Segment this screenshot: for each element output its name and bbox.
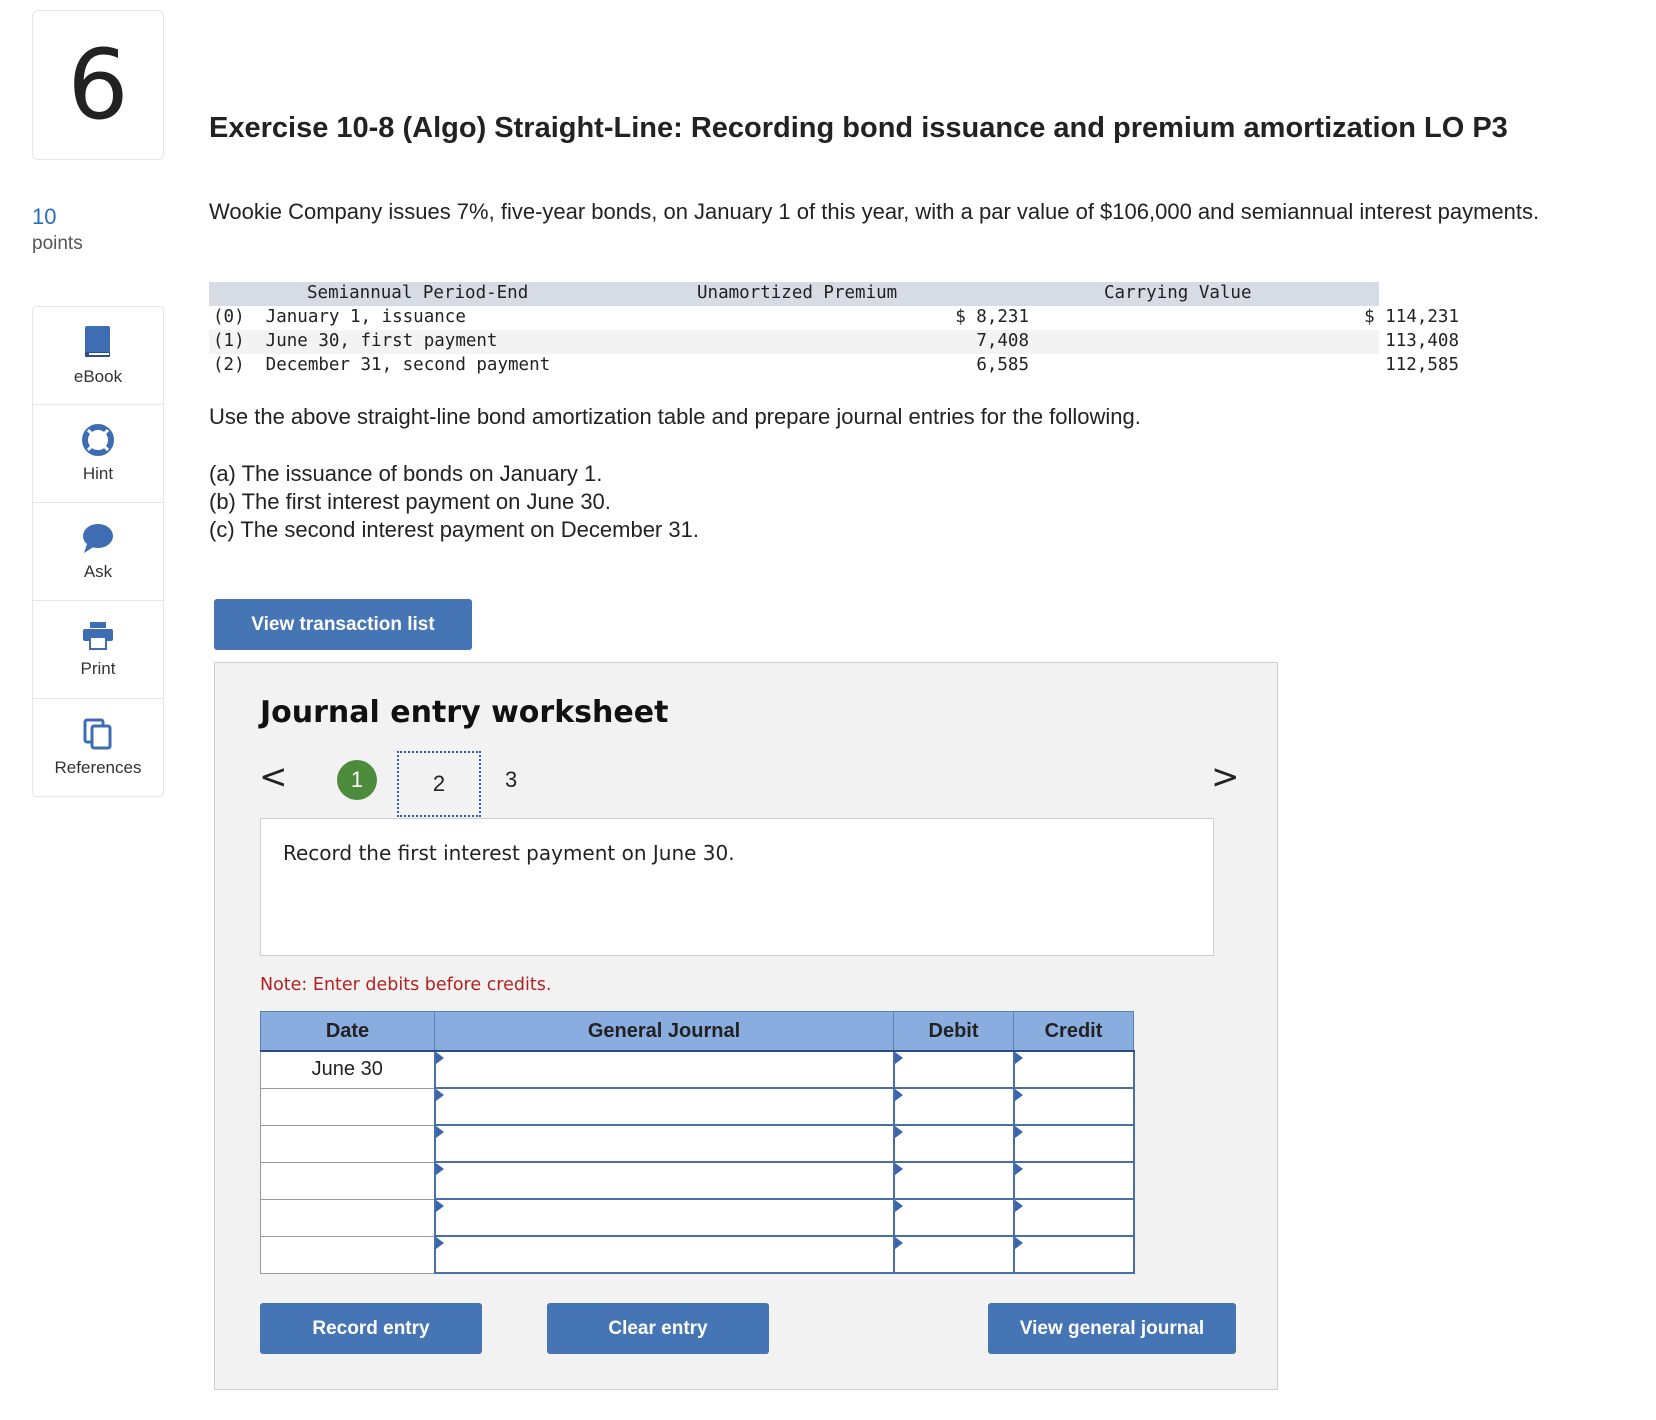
hint-label: Hint [82,463,114,483]
hint-button[interactable]: Hint [33,405,163,503]
row-label: (1) June 30, first payment [213,331,498,351]
account-select[interactable] [433,1050,895,1089]
worksheet-title: Journal entry worksheet [260,695,669,730]
copy-icon [83,718,112,749]
journal-row [260,1235,1135,1274]
credit-input[interactable] [1012,1087,1135,1126]
row-premium: $ 8,231 [955,307,1029,327]
instruction-text: Use the above straight-line bond amortiz… [209,404,1141,429]
ebook-button[interactable]: eBook [33,307,163,405]
clear-entry-button[interactable]: Clear entry [547,1303,769,1354]
step-3-tab[interactable]: 3 [505,760,517,800]
ask-label: Ask [83,561,113,581]
book-icon [85,325,110,357]
note-text: Note: Enter debits before credits. [260,975,552,995]
journal-header-row: Date General Journal Debit Credit [260,1011,1134,1052]
debit-input[interactable] [892,1050,1015,1089]
requirements-list: (a) The issuance of bonds on January 1. … [209,460,699,544]
column-general-journal: General Journal [434,1011,894,1052]
next-arrow-icon[interactable]: > [1211,757,1240,797]
column-debit: Debit [893,1011,1014,1052]
date-cell [260,1124,435,1163]
record-entry-button[interactable]: Record entry [260,1303,482,1354]
previous-arrow-icon[interactable]: < [259,757,288,797]
date-cell [260,1161,435,1200]
printer-icon [83,621,113,650]
journal-row [260,1198,1135,1237]
chat-bubble-icon [83,523,113,553]
account-select[interactable] [433,1198,895,1237]
prompt-text: Record the first interest payment on Jun… [283,841,735,865]
journal-entry-worksheet: Journal entry worksheet < 1 2 3 > Record… [214,662,1278,1390]
header-premium: Unamortized Premium [697,283,898,303]
problem-intro: Wookie Company issues 7%, five-year bond… [209,199,1540,224]
exercise-title: Exercise 10-8 (Algo) Straight-Line: Reco… [209,112,1508,144]
row-carrying: $ 114,231 [1364,307,1459,327]
row-premium: 7,408 [976,331,1029,351]
journal-row: June 30 [260,1050,1135,1089]
row-label: (0) January 1, issuance [213,307,466,327]
debit-input[interactable] [892,1161,1015,1200]
account-select[interactable] [433,1087,895,1126]
amortization-table: Semiannual Period-End Unamortized Premiu… [209,282,1459,378]
column-credit: Credit [1013,1011,1134,1052]
references-label: References [54,757,142,777]
row-carrying: 112,585 [1385,355,1459,375]
step-2-tab[interactable]: 2 [397,751,481,817]
question-number: 6 [32,10,164,160]
references-button[interactable]: References [33,699,163,796]
credit-input[interactable] [1012,1050,1135,1089]
journal-table: Date General Journal Debit Credit June 3… [260,1011,1135,1274]
view-transaction-list-button[interactable]: View transaction list [214,599,472,650]
journal-row [260,1124,1135,1163]
tools-panel: eBook Hint Ask Print References [32,306,164,797]
credit-input[interactable] [1012,1198,1135,1237]
journal-row [260,1161,1135,1200]
prompt-box: Record the first interest payment on Jun… [260,818,1214,956]
account-select[interactable] [433,1161,895,1200]
requirement-item: (b) The first interest payment on June 3… [209,489,611,514]
debit-input[interactable] [892,1124,1015,1163]
debit-input[interactable] [892,1198,1015,1237]
row-label: (2) December 31, second payment [213,355,551,375]
points-value: 10 [32,204,57,229]
print-button[interactable]: Print [33,601,163,699]
step-1-tab[interactable]: 1 [337,760,377,800]
credit-input[interactable] [1012,1161,1135,1200]
header-carrying: Carrying Value [1104,283,1252,303]
amortization-header: Semiannual Period-End Unamortized Premiu… [209,282,1379,306]
credit-input[interactable] [1012,1124,1135,1163]
requirement-item: (a) The issuance of bonds on January 1. [209,461,603,486]
row-carrying: 113,408 [1385,331,1459,351]
account-select[interactable] [433,1235,895,1274]
date-cell: June 30 [260,1050,435,1089]
amortization-row: (1) June 30, first payment 7,408 113,408 [209,330,1459,354]
journal-row [260,1087,1135,1126]
header-period: Semiannual Period-End [307,283,529,303]
amortization-row: (0) January 1, issuance $ 8,231 $ 114,23… [209,306,1459,330]
column-date: Date [260,1011,435,1052]
debit-input[interactable] [892,1235,1015,1274]
debit-input[interactable] [892,1087,1015,1126]
requirement-item: (c) The second interest payment on Decem… [209,517,699,542]
date-cell [260,1198,435,1237]
points-label: points [32,233,83,254]
ask-button[interactable]: Ask [33,503,163,601]
ebook-label: eBook [73,366,123,386]
account-select[interactable] [433,1124,895,1163]
amortization-row: (2) December 31, second payment 6,585 11… [209,354,1459,378]
credit-input[interactable] [1012,1235,1135,1274]
lifebuoy-icon [82,423,114,456]
print-label: Print [80,658,116,678]
date-cell [260,1235,435,1274]
view-general-journal-button[interactable]: View general journal [988,1303,1236,1354]
row-premium: 6,585 [976,355,1029,375]
date-cell [260,1087,435,1126]
